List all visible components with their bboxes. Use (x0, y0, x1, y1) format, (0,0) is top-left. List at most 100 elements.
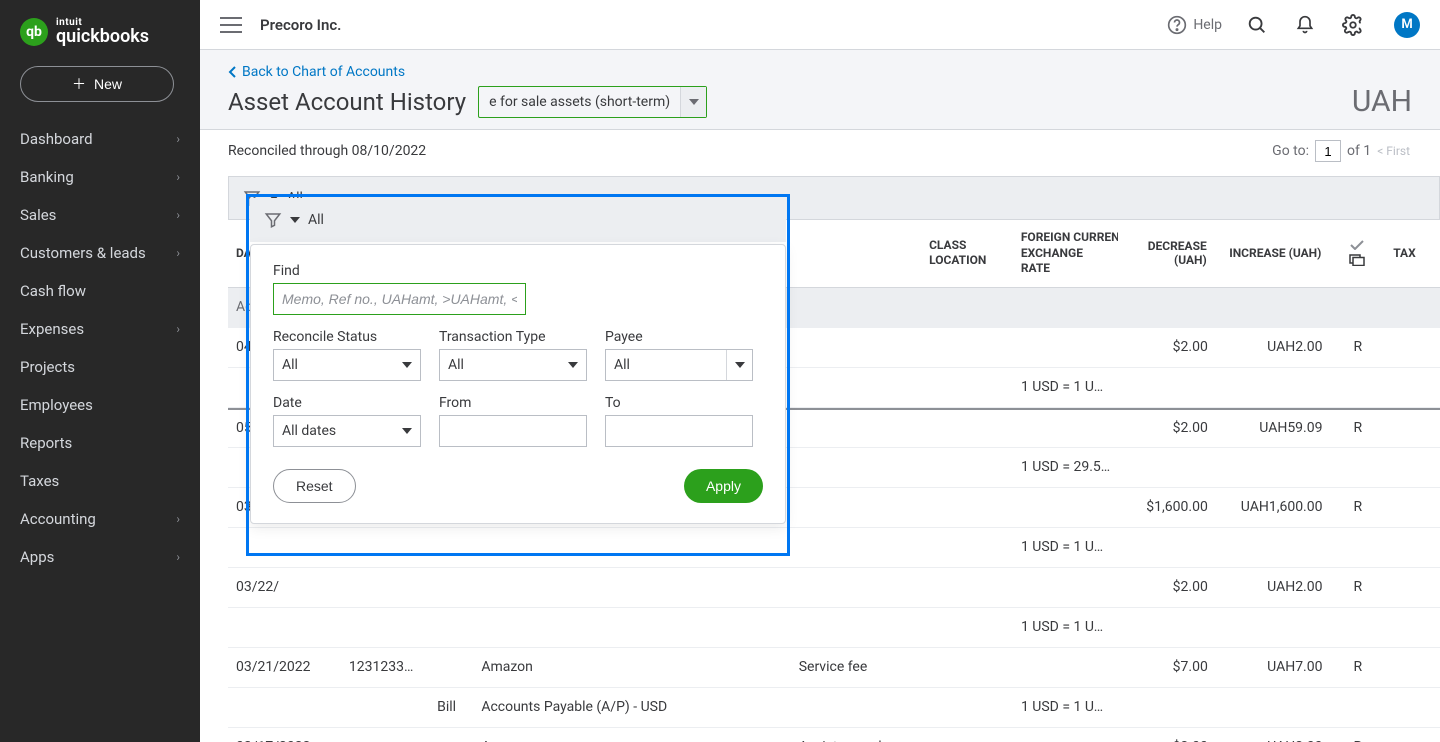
sidebar-item-cash-flow[interactable]: Cash flow (0, 272, 200, 310)
currency-label: UAH (1352, 84, 1412, 119)
cell: 03/22/ (228, 579, 341, 595)
sidebar-item-label: Employees (20, 396, 93, 414)
payee-select[interactable]: All (605, 349, 753, 381)
table-row[interactable]: 03/22/ $2.00UAH2.00R (228, 568, 1440, 608)
popover-filter-toggle[interactable]: All (264, 211, 324, 229)
help-label: Help (1193, 17, 1222, 33)
subheader: Reconciled through 08/10/2022 Go to: of … (200, 130, 1440, 176)
table-row[interactable]: 03/21/20221231233123AmazonService fee$7.… (228, 648, 1440, 688)
date-value: All dates (282, 423, 336, 439)
sidebar: qb intuit quickbooks ＋ New Dashboard›Ban… (0, 0, 200, 742)
sidebar-item-reports[interactable]: Reports (0, 424, 200, 462)
date-select[interactable]: All dates (273, 415, 421, 447)
find-input[interactable] (273, 283, 526, 315)
chevron-down-icon (290, 217, 300, 223)
chevron-left-icon (228, 66, 238, 78)
sidebar-item-label: Banking (20, 168, 74, 186)
cell: $2.00 (1119, 420, 1216, 436)
reset-button[interactable]: Reset (273, 469, 356, 503)
sidebar-item-taxes[interactable]: Taxes (0, 462, 200, 500)
help-button[interactable]: Help (1167, 15, 1222, 35)
table-row[interactable]: 03/17/2022AmazonAssistance charge$2.00UA… (228, 728, 1440, 742)
sidebar-item-banking[interactable]: Banking› (0, 158, 200, 196)
chevron-down-icon (402, 362, 412, 368)
qb-icon: qb (20, 18, 48, 46)
sidebar-item-label: Projects (20, 358, 75, 376)
reconcile-select[interactable]: All (273, 349, 421, 381)
cell: $2.00 (1119, 579, 1216, 595)
chevron-right-icon: › (176, 322, 180, 336)
chevron-right-icon: › (176, 550, 180, 564)
cell: Accounts Payable (A/P) - USD (473, 699, 695, 715)
sidebar-item-label: Reports (20, 434, 72, 452)
cell: $2.00 (1119, 339, 1216, 355)
payee-label: Payee (605, 329, 753, 345)
goto-first[interactable]: < First (1377, 144, 1410, 158)
chevron-down-icon (680, 87, 706, 117)
cell: R (1330, 579, 1385, 595)
cell: UAH2.00 (1216, 339, 1331, 355)
sidebar-item-accounting[interactable]: Accounting› (0, 500, 200, 538)
find-label: Find (273, 263, 763, 279)
sidebar-item-dashboard[interactable]: Dashboard› (0, 120, 200, 158)
sidebar-item-sales[interactable]: Sales› (0, 196, 200, 234)
th-increase[interactable]: INCREASE (UAH) (1216, 220, 1331, 287)
goto-input[interactable] (1315, 140, 1341, 162)
page-header: Back to Chart of Accounts Asset Account … (200, 50, 1440, 130)
sidebar-item-label: Sales (20, 206, 56, 224)
sidebar-item-apps[interactable]: Apps › (0, 538, 200, 576)
popover-filter-label: All (308, 212, 324, 228)
apply-button[interactable]: Apply (684, 469, 763, 503)
brand-logo: qb intuit quickbooks (0, 0, 200, 60)
table-subrow[interactable]: 1 USD = 1 UAH (228, 528, 1440, 568)
cell: Amazon (473, 659, 695, 675)
cell: $7.00 (1119, 659, 1216, 675)
cell: R (1330, 339, 1385, 355)
cell: R (1330, 499, 1385, 515)
menu-icon[interactable] (220, 17, 242, 33)
table-subrow[interactable]: 1 USD = 1 UAH (228, 608, 1440, 648)
sidebar-item-expenses[interactable]: Expenses› (0, 310, 200, 348)
new-button[interactable]: ＋ New (20, 66, 174, 102)
from-input[interactable] (439, 415, 587, 447)
th-check[interactable] (1330, 220, 1385, 287)
sidebar-item-label: Accounting (20, 510, 96, 528)
th-tax[interactable]: TAX (1385, 220, 1440, 287)
sidebar-item-projects[interactable]: Projects (0, 348, 200, 386)
cell: UAH59.09 (1216, 420, 1331, 436)
page-title: Asset Account History (228, 88, 466, 116)
th-class[interactable]: CLASSLOCATION (921, 220, 1013, 287)
bell-icon[interactable] (1292, 12, 1318, 38)
cell: $1,600.00 (1119, 499, 1216, 515)
sidebar-item-customers-leads[interactable]: Customers & leads› (0, 234, 200, 272)
to-input[interactable] (605, 415, 753, 447)
search-icon[interactable] (1244, 12, 1270, 38)
account-select[interactable]: e for sale assets (short-term) (478, 86, 707, 118)
back-link[interactable]: Back to Chart of Accounts (228, 64, 1412, 80)
cell: 1231233123 (341, 659, 429, 675)
goto-label: Go to: (1272, 143, 1309, 159)
cell: UAH7.00 (1216, 659, 1331, 675)
back-link-label: Back to Chart of Accounts (242, 64, 405, 80)
check-icon (1350, 240, 1364, 250)
cell: 1 USD = 1 UAH (1013, 539, 1119, 555)
cell: UAH2.00 (1216, 579, 1331, 595)
brand-product: quickbooks (56, 28, 149, 46)
reconcile-value: All (282, 357, 298, 373)
chevron-right-icon: › (176, 246, 180, 260)
sidebar-item-employees[interactable]: Employees (0, 386, 200, 424)
sidebar-item-label: Apps (20, 548, 54, 566)
filter-popover: All Find Reconcile Status All Transact (250, 198, 786, 524)
gear-icon[interactable] (1340, 12, 1366, 38)
cell: Service fee (791, 659, 922, 675)
avatar[interactable]: M (1394, 12, 1420, 38)
main: Precoro Inc. Help M Back to Chart of Acc… (200, 0, 1440, 742)
th-decrease[interactable]: DECREASE (UAH) (1119, 220, 1216, 287)
copy-icon (1349, 254, 1365, 266)
transaction-select[interactable]: All (439, 349, 587, 381)
table-subrow[interactable]: BillAccounts Payable (A/P) - USD1 USD = … (228, 688, 1440, 728)
chevron-down-icon (726, 350, 752, 380)
to-label: To (605, 395, 753, 411)
th-fx[interactable]: FOREIGN CURRENCYEXCHANGE RATE (1013, 220, 1119, 287)
transaction-value: All (448, 357, 464, 373)
